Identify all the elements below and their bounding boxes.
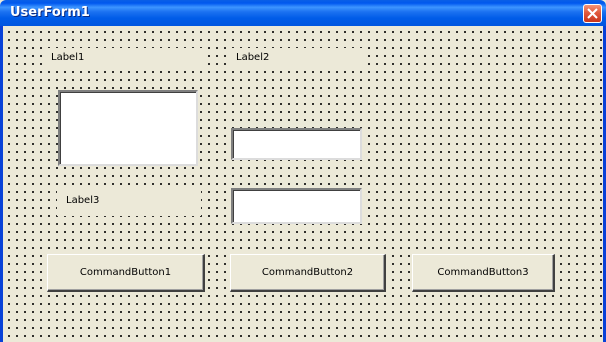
label1[interactable]: Label1 [47,48,207,68]
window-title: UserForm1 [10,5,90,20]
label3[interactable]: Label3 [57,186,201,216]
form-design-grid[interactable]: Label1 Label2 Label3 CommandButton1 Comm… [3,26,603,342]
userform-window: UserForm1 Label1 Label2 Label3 CommandBu… [0,0,606,342]
command-button-2[interactable]: CommandButton2 [230,254,386,292]
textbox1[interactable] [58,90,198,166]
close-icon [587,8,598,19]
textbox2[interactable] [231,128,362,160]
label2[interactable]: Label2 [228,48,364,68]
title-bar[interactable]: UserForm1 [0,0,606,26]
textbox3[interactable] [231,188,362,224]
command-button-1[interactable]: CommandButton1 [47,254,205,292]
close-button[interactable] [583,4,602,23]
command-button-3[interactable]: CommandButton3 [412,254,555,292]
